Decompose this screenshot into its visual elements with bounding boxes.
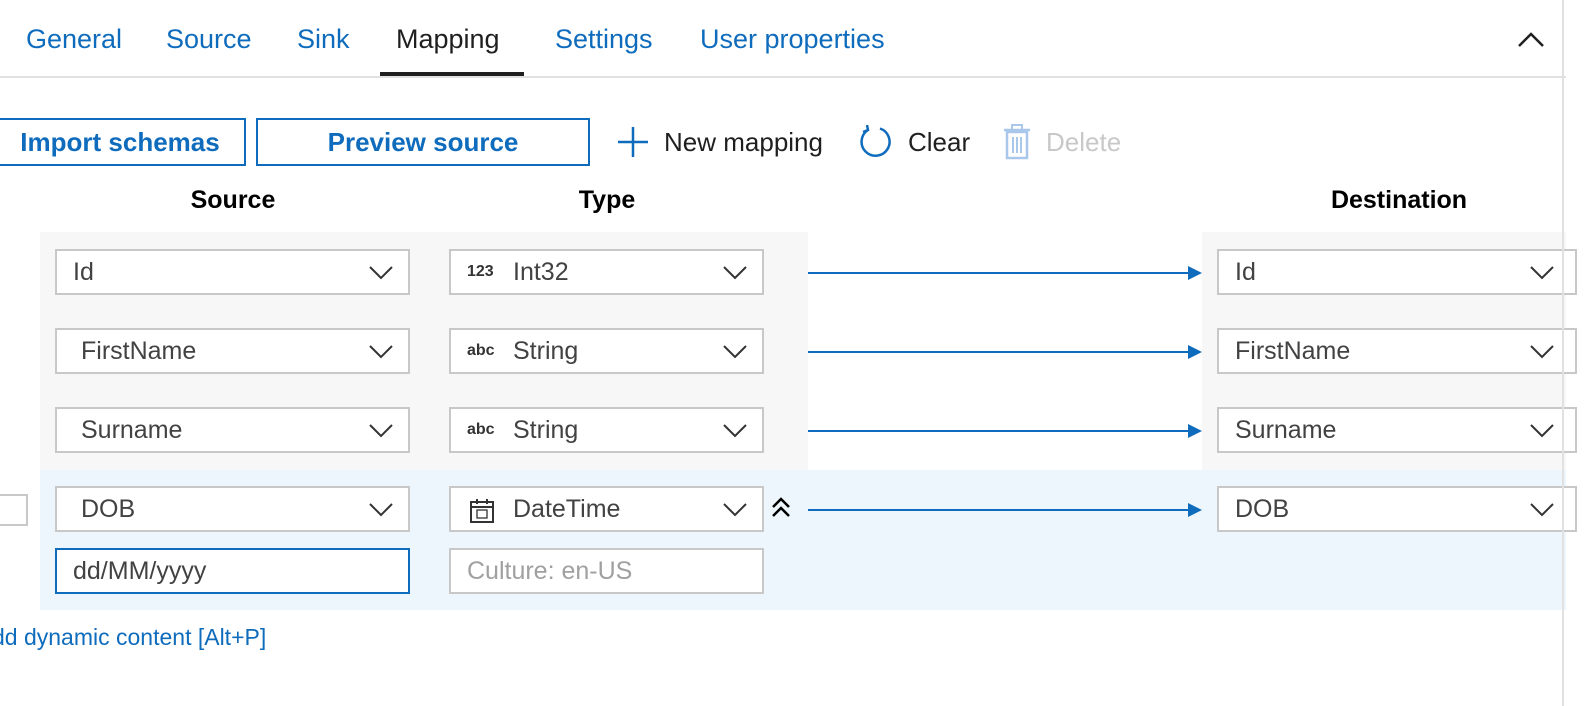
tab-source[interactable]: Source — [166, 24, 252, 55]
clear-button[interactable]: Clear — [858, 120, 970, 164]
type-dropdown-surname[interactable]: abc String — [449, 407, 764, 453]
calendar-icon — [470, 499, 494, 523]
chevron-down-icon — [369, 424, 393, 438]
source-dropdown-dob[interactable]: DOB — [55, 486, 410, 532]
chevron-down-icon — [723, 266, 747, 280]
date-format-input[interactable]: dd/MM/yyyy — [55, 548, 410, 594]
preview-source-label: Preview source — [327, 126, 519, 157]
mapping-arrow — [808, 424, 1202, 438]
chevron-down-icon — [1530, 345, 1554, 359]
type-column-header: Type — [578, 186, 636, 214]
tab-sink[interactable]: Sink — [297, 24, 350, 55]
collapse-row-icon[interactable] — [770, 496, 792, 520]
destination-value: FirstName — [1235, 336, 1351, 365]
refresh-icon — [858, 124, 894, 160]
destination-value: Id — [1235, 257, 1256, 286]
integer-type-icon: 123 — [467, 263, 494, 280]
tab-settings[interactable]: Settings — [555, 24, 653, 55]
preview-source-button[interactable]: Preview source — [256, 118, 590, 166]
active-tab-indicator — [380, 72, 524, 76]
chevron-down-icon — [723, 424, 747, 438]
source-column-header: Source — [190, 186, 276, 214]
trash-icon — [1002, 124, 1032, 160]
source-value: Surname — [81, 415, 183, 444]
mapping-arrow — [808, 266, 1202, 280]
delete-button[interactable]: Delete — [1002, 120, 1121, 164]
source-dropdown-firstname[interactable]: FirstName — [55, 328, 410, 374]
mapping-arrow — [808, 345, 1202, 359]
chevron-down-icon — [369, 503, 393, 517]
row-select-checkbox[interactable] — [0, 494, 28, 526]
mapping-panel: General Source Sink Mapping Settings Use… — [0, 0, 1592, 706]
destination-column-header: Destination — [1330, 186, 1468, 214]
import-schemas-button[interactable]: Import schemas — [0, 118, 246, 166]
source-value: Id — [73, 257, 94, 286]
panel-divider — [1562, 0, 1564, 706]
chevron-down-icon — [369, 266, 393, 280]
chevron-down-icon — [1530, 503, 1554, 517]
type-value: DateTime — [513, 494, 621, 523]
destination-dropdown-firstname[interactable]: FirstName — [1217, 328, 1577, 374]
string-type-icon: abc — [467, 421, 495, 438]
destination-dropdown-id[interactable]: Id — [1217, 249, 1577, 295]
source-dropdown-surname[interactable]: Surname — [55, 407, 410, 453]
tab-user-properties[interactable]: User properties — [700, 24, 885, 55]
delete-label: Delete — [1046, 126, 1122, 157]
chevron-down-icon — [723, 503, 747, 517]
chevron-down-icon — [1530, 424, 1554, 438]
type-dropdown-firstname[interactable]: abc String — [449, 328, 764, 374]
add-dynamic-content-link[interactable]: dd dynamic content [Alt+P] — [0, 624, 266, 651]
chevron-down-icon — [723, 345, 747, 359]
new-mapping-button[interactable]: New mapping — [616, 120, 823, 164]
type-value: String — [513, 336, 579, 365]
destination-dropdown-dob[interactable]: DOB — [1217, 486, 1577, 532]
chevron-down-icon — [1530, 266, 1554, 280]
type-value: String — [513, 415, 579, 444]
chevron-up-icon[interactable] — [1514, 28, 1548, 52]
source-value: FirstName — [81, 336, 197, 365]
chevron-down-icon — [369, 345, 393, 359]
destination-dropdown-surname[interactable]: Surname — [1217, 407, 1577, 453]
new-mapping-label: New mapping — [664, 126, 823, 157]
type-dropdown-id[interactable]: 123 Int32 — [449, 249, 764, 295]
type-value: Int32 — [513, 257, 569, 286]
source-dropdown-id[interactable]: Id — [55, 249, 410, 295]
type-dropdown-dob[interactable]: DateTime — [449, 486, 764, 532]
destination-value: DOB — [1235, 494, 1290, 523]
clear-label: Clear — [908, 126, 971, 157]
culture-input[interactable]: Culture: en-US — [449, 548, 764, 594]
source-value: DOB — [81, 494, 136, 523]
tab-bar: General Source Sink Mapping Settings Use… — [0, 0, 1566, 78]
import-schemas-label: Import schemas — [20, 126, 220, 157]
plus-icon — [616, 125, 650, 159]
tab-mapping[interactable]: Mapping — [396, 24, 500, 55]
destination-value: Surname — [1235, 415, 1337, 444]
mapping-arrow — [808, 503, 1202, 517]
tab-general[interactable]: General — [26, 24, 122, 55]
string-type-icon: abc — [467, 342, 495, 359]
